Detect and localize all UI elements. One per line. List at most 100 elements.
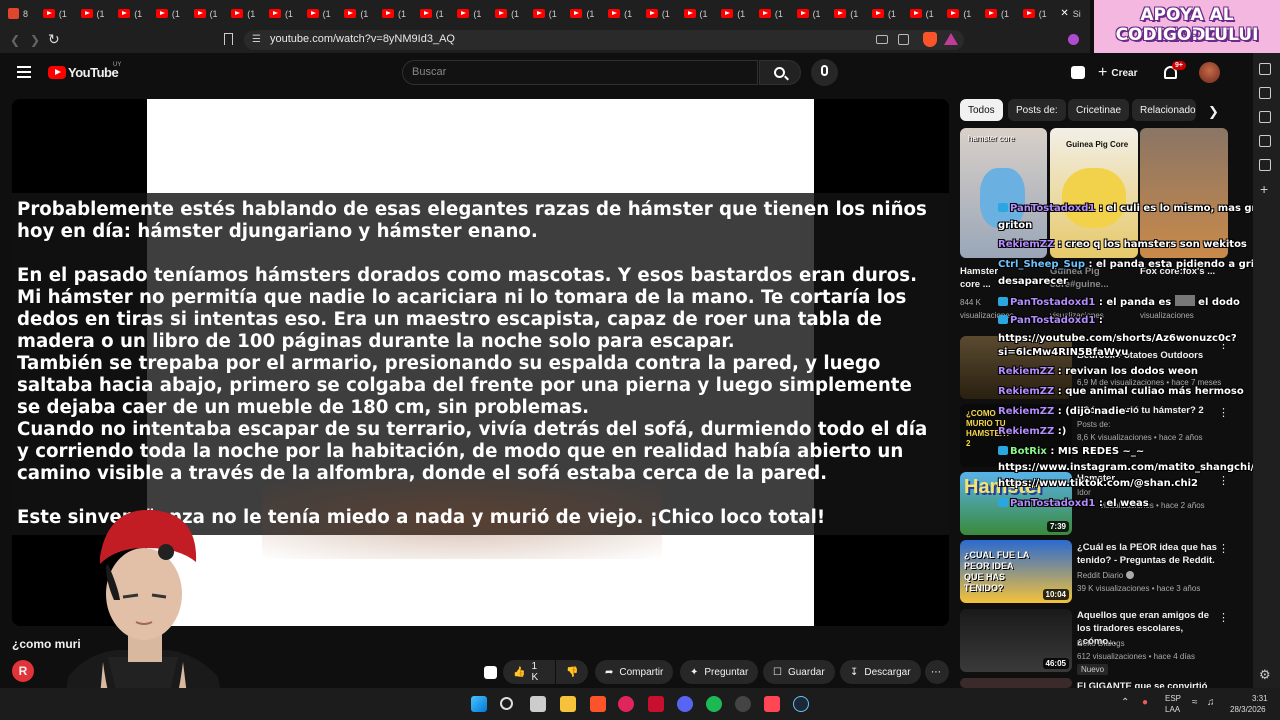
sidebar-bookmarks-icon[interactable] [1259,63,1271,75]
browser-tab[interactable]: (1 [939,0,977,27]
browser-tab[interactable]: (1 [977,0,1015,27]
video-title[interactable]: ¿Cuál es la PEOR idea que has tenido? - … [1077,541,1217,567]
steam-icon[interactable] [793,696,809,712]
browser-tab[interactable]: (1 [374,0,412,27]
adobe-icon[interactable] [648,696,664,712]
obs-icon[interactable] [735,696,751,712]
reload-icon[interactable]: ↻ [48,31,60,48]
browser-tab[interactable]: (1 [789,0,827,27]
site-info-icon[interactable]: ☰ [252,34,261,45]
taskbar-search-icon[interactable] [500,697,513,710]
chip-todos[interactable]: Todos [960,99,1003,121]
browser-tab[interactable]: (1 [1015,0,1053,27]
spotify-icon[interactable] [706,696,722,712]
chip-relacionado[interactable]: Relacionado [1132,99,1196,121]
chip-cricetinae[interactable]: Cricetinae [1068,99,1130,121]
sidebar-reading-icon[interactable] [1259,87,1271,99]
browser-tab[interactable]: (1 [600,0,638,27]
share-page-icon[interactable] [898,34,909,45]
chip-posts-de[interactable]: Posts de: [1008,99,1066,121]
more-vert-icon[interactable]: ⋮ [1218,542,1229,555]
search-input[interactable] [402,60,758,85]
download-button[interactable]: ↧ Descargar [840,660,921,684]
browser-tab[interactable]: (1 [525,0,563,27]
video-thumbnail[interactable]: 46:05 [960,609,1072,672]
more-vert-icon[interactable]: ⋮ [1218,474,1229,487]
youtube-logo-text[interactable]: YouTube [68,65,119,80]
video-thumbnail[interactable] [960,678,1072,688]
create-button[interactable]: + Crear [1098,63,1144,83]
dislike-button[interactable]: 👎 [556,660,588,684]
browser-tab[interactable]: (1 [299,0,337,27]
volume-icon[interactable]: ♫ [1207,697,1215,708]
mic-tray-icon[interactable]: ● [1142,697,1148,708]
clock-date[interactable]: 28/3/2026 [1230,705,1266,714]
voice-search-button[interactable] [811,59,838,86]
video-title[interactable]: El GIGANTE que se convirtió en [1077,680,1217,688]
more-vert-icon[interactable]: ⋮ [1218,611,1229,624]
browser-tab[interactable]: (1 [412,0,450,27]
brave-rewards-icon[interactable] [944,33,958,45]
sidebar-history-icon[interactable] [1259,111,1271,123]
save-button[interactable]: ☐ Guardar [763,660,835,684]
channel-avatar[interactable]: R [12,660,34,682]
more-actions-button[interactable]: ⋯ [925,660,949,684]
like-button[interactable]: 👍 1 K [503,660,555,684]
browser-tab[interactable]: (1 [73,0,111,27]
browser-tab[interactable]: 8 [0,0,35,27]
browser-tab[interactable]: (1 [487,0,525,27]
browser-tab[interactable]: (1 [35,0,73,27]
brave-browser-icon[interactable] [590,696,606,712]
clock-time[interactable]: 3:31 [1252,694,1268,703]
file-explorer-icon[interactable] [560,696,576,712]
cast-icon[interactable] [876,35,888,44]
task-view-icon[interactable] [530,696,546,712]
share-button[interactable]: ➦ Compartir [595,660,674,684]
browser-tab[interactable]: (1 [336,0,374,27]
more-vert-icon[interactable]: ⋮ [1218,406,1229,419]
chevron-right-icon[interactable]: ❯ [1208,104,1219,120]
youtube-logo-icon[interactable] [48,66,66,79]
browser-tab[interactable]: (1 [223,0,261,27]
wifi-icon[interactable]: ≈ [1192,697,1198,708]
clip-icon[interactable] [484,666,497,679]
language-top[interactable]: ESP [1165,694,1181,703]
search-button[interactable] [759,60,801,85]
valorant-icon[interactable] [764,696,780,712]
bookmark-icon[interactable] [224,33,233,45]
browser-tab[interactable]: (1 [638,0,676,27]
start-icon[interactable] [471,696,487,712]
browser-tab[interactable]: (1 [148,0,186,27]
browser-tab[interactable]: (1 [562,0,600,27]
brave-shield-icon[interactable] [923,32,937,47]
browser-tab[interactable]: (1 [261,0,299,27]
chat-message: Ctrl_Sheep_Sup : el panda esta pidiendo … [998,259,1272,270]
language-bottom[interactable]: LAA [1165,705,1180,714]
discord-icon[interactable] [677,696,693,712]
browser-tab[interactable]: (1 [449,0,487,27]
browser-tab[interactable]: (1 [902,0,940,27]
account-avatar[interactable] [1199,62,1220,83]
media-player-icon[interactable] [618,696,634,712]
sidebar-add-icon[interactable]: + [1260,181,1268,197]
browser-tab[interactable]: (1 [186,0,224,27]
forward-icon[interactable]: ❯ [30,33,40,47]
browser-tab[interactable]: (1 [110,0,148,27]
ask-button[interactable]: ✦ Preguntar [680,660,759,684]
menu-icon[interactable] [17,66,31,78]
sidebar-notes-icon[interactable] [1259,159,1271,171]
browser-tab[interactable]: (1 [864,0,902,27]
extension-icon[interactable] [1068,34,1079,45]
browser-tab[interactable]: (1 [751,0,789,27]
browser-tab[interactable]: (1 [826,0,864,27]
video-thumbnail[interactable]: ¿CUAL FUE LA PEOR IDEA QUE HAS TENIDO? 1… [960,540,1072,603]
create-clip-icon[interactable] [1071,66,1085,79]
sidebar-settings-icon[interactable]: ⚙ [1259,667,1271,683]
tray-chevron-icon[interactable]: ⌃ [1121,697,1129,708]
browser-tab[interactable]: ✕ Si [1052,0,1090,27]
chat-message: PanTostadoxd1 : el panda es el dodo [998,295,1240,308]
sidebar-wallet-icon[interactable] [1259,135,1271,147]
browser-tab[interactable]: (1 [713,0,751,27]
back-icon[interactable]: ❮ [10,33,20,47]
browser-tab[interactable]: (1 [676,0,714,27]
